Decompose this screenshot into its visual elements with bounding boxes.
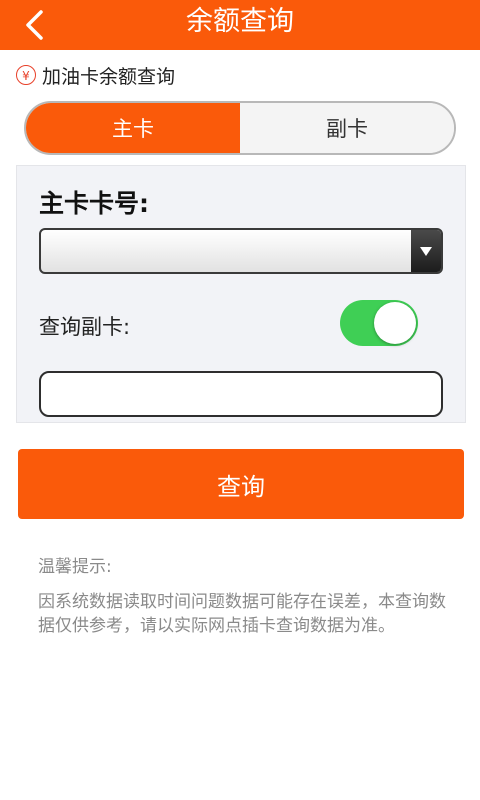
section-title: 加油卡余额查询	[42, 65, 176, 88]
main-card-number-label: 主卡卡号:	[39, 189, 149, 218]
main-card-select[interactable]	[39, 228, 443, 274]
query-button[interactable]: 查询	[18, 449, 464, 519]
caret-down-icon	[420, 246, 432, 256]
query-form-panel: 主卡卡号: 查询副卡:	[16, 165, 466, 423]
balance-query-screen: 余额查询 ¥ 加油卡余额查询 主卡 副卡 主卡卡号: 查询副卡: 查询 温馨提示…	[0, 0, 480, 800]
tab-sub-card[interactable]: 副卡	[240, 103, 454, 153]
tip-body: 因系统数据读取时间问题数据可能存在误差，本查询数据仅供参考，请以实际网点插卡查询…	[38, 592, 446, 636]
card-type-tabs: 主卡 副卡	[24, 101, 456, 155]
yen-icon: ¥	[16, 65, 36, 85]
toggle-knob	[374, 302, 416, 344]
sub-card-toggle[interactable]	[340, 300, 418, 346]
dropdown-arrow[interactable]	[411, 230, 441, 272]
tab-main-card[interactable]: 主卡	[26, 103, 240, 153]
page-title: 余额查询	[186, 6, 294, 37]
section-heading: ¥ 加油卡余额查询	[16, 63, 176, 88]
header-bar: 余额查询	[0, 0, 480, 50]
tip-title: 温馨提示:	[38, 557, 112, 577]
sub-card-input[interactable]	[39, 371, 443, 417]
sub-card-toggle-label: 查询副卡:	[39, 315, 131, 339]
